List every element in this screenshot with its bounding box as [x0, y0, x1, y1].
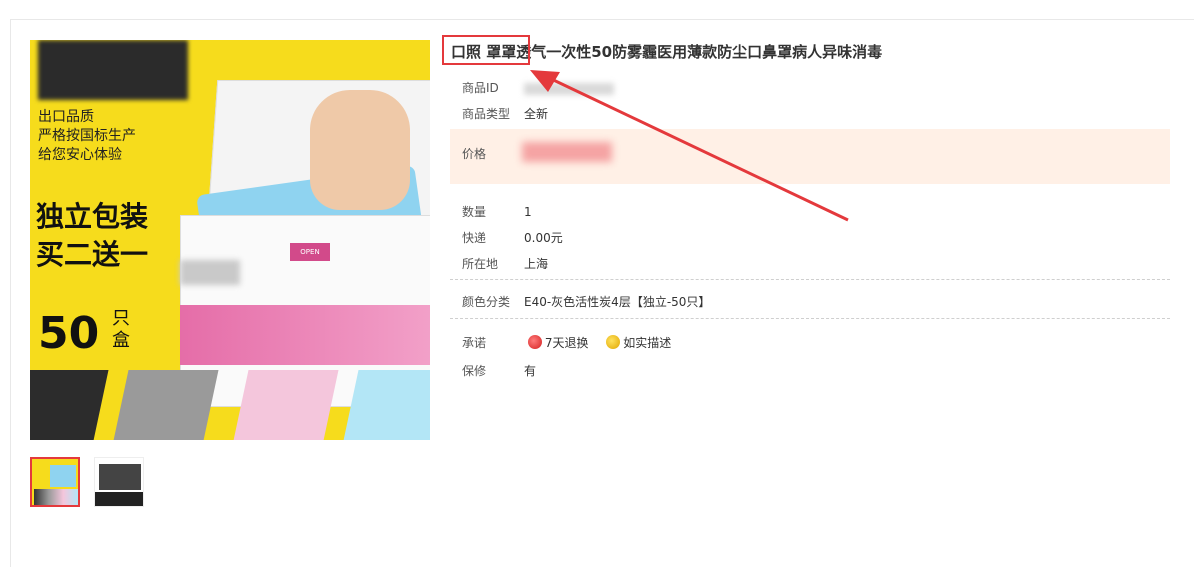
blurred-label: [180, 260, 240, 285]
thumb-part: [99, 464, 141, 490]
product-id-row: 商品ID: [462, 79, 614, 96]
warranty-value: 有: [524, 364, 537, 378]
thumbnail-2[interactable]: [94, 457, 144, 507]
box-pink-band: [180, 305, 430, 365]
promo-text: 独立包装 买二送一: [36, 198, 148, 274]
hand: [310, 90, 410, 210]
thumb-part: [95, 492, 143, 506]
color-row: 颜色分类 E40-灰色活性炭4层【独立-50只】: [462, 293, 710, 310]
main-product-image[interactable]: OPEN 出口品质 严格按国标生产 给您安心体验 独立包装 买二送一 50 只 …: [30, 40, 430, 440]
quality-line: 出口品质: [38, 109, 94, 125]
promo-line: 独立包装: [36, 200, 149, 233]
location-row: 所在地 上海: [462, 255, 548, 272]
count-unit: 只 盒: [112, 308, 130, 352]
warranty-label: 保修: [462, 364, 487, 378]
promise-label: 承诺: [462, 336, 487, 350]
seven-day-return-icon: [527, 335, 542, 349]
count-unit-line: 只: [112, 308, 130, 329]
count-number: 50: [38, 308, 100, 359]
color-label: 颜色分类: [462, 295, 511, 309]
location-value: 上海: [524, 257, 549, 271]
open-tab: OPEN: [290, 243, 330, 261]
product-type-label: 商品类型: [462, 107, 511, 121]
product-id-label: 商品ID: [462, 81, 499, 95]
mask-gray: [111, 370, 219, 440]
shipping-value: 0.00元: [524, 231, 563, 245]
quantity-label: 数量: [462, 205, 487, 219]
divider: [450, 279, 1170, 280]
blurred-logo: [38, 40, 188, 100]
promise-accurate[interactable]: 如实描述: [606, 334, 671, 351]
price-row: 价格: [462, 145, 524, 162]
quality-text: 出口品质 严格按国标生产 给您安心体验: [38, 108, 136, 165]
color-value[interactable]: E40-灰色活性炭4层【独立-50只】: [524, 293, 710, 310]
promise-return[interactable]: 7天退换: [527, 334, 589, 351]
product-type-value: 全新: [524, 107, 549, 121]
count-unit-line: 盒: [112, 330, 130, 351]
thumb-part: [34, 489, 78, 505]
warranty-row: 保修 有: [462, 362, 536, 379]
thumbnail-1[interactable]: [30, 457, 80, 507]
mask-black: [30, 370, 109, 440]
title-highlight-box: [442, 35, 530, 65]
quantity-value: 1: [524, 205, 532, 219]
product-type-row: 商品类型 全新: [462, 105, 548, 122]
promo-line: 买二送一: [36, 238, 149, 271]
accurate-description-icon: [606, 335, 621, 349]
shipping-row: 快递 0.00元: [462, 229, 563, 246]
divider: [450, 318, 1170, 319]
promise-return-label: 7天退换: [544, 336, 589, 350]
thumb-part: [50, 465, 76, 487]
promise-accurate-label: 如实描述: [623, 336, 672, 350]
quality-line: 严格按国标生产: [38, 128, 136, 144]
blurred-product-id: [524, 82, 614, 95]
quality-line: 给您安心体验: [38, 147, 122, 163]
location-label: 所在地: [462, 257, 499, 271]
price-label: 价格: [462, 147, 487, 161]
blurred-price: [522, 142, 612, 162]
quantity-row: 数量 1: [462, 203, 532, 220]
promise-row: 承诺 7天退换 如实描述: [462, 334, 685, 351]
mask-pink: [231, 370, 339, 440]
shipping-label: 快递: [462, 231, 487, 245]
